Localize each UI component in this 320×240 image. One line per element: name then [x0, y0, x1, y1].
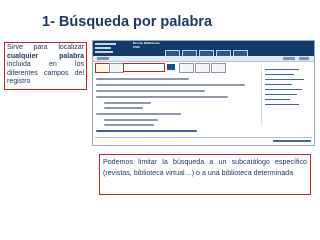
search-button[interactable] [167, 64, 175, 70]
search-input[interactable] [123, 63, 165, 72]
catalog-subbar [93, 56, 314, 62]
left-callout-suffix: incluida en los diferentes campos del re… [7, 61, 84, 86]
catalog-screenshot: Red de Bibliotecas CSIC [92, 40, 315, 146]
left-callout: Sirve para localizar cualquier palabra i… [4, 42, 87, 90]
search-help-text [96, 74, 251, 136]
left-callout-prefix: Sirve para localizar [7, 44, 84, 51]
bottom-callout: Podemos limitar la búsqueda a un subcatá… [99, 154, 311, 195]
left-callout-highlight: cualquier palabra [7, 52, 84, 60]
library-selector[interactable] [109, 63, 124, 73]
toolbar-button[interactable] [211, 63, 226, 73]
slide-title: 1- Búsqueda por palabra [42, 14, 213, 30]
search-toolbar [95, 63, 255, 73]
library-name: Red de Bibliotecas CSIC [133, 41, 160, 49]
toolbar-button[interactable] [179, 63, 194, 73]
catalog-footer-links[interactable] [273, 140, 311, 142]
top-nav[interactable] [165, 44, 250, 57]
toolbar-button[interactable] [195, 63, 210, 73]
catalog-banner: Red de Bibliotecas CSIC [93, 41, 314, 57]
subcatalog-selector[interactable] [95, 63, 110, 73]
catalog-footer-divider [95, 137, 312, 138]
library-logo-icon [95, 43, 116, 54]
catalog-sidebar[interactable] [261, 65, 314, 125]
